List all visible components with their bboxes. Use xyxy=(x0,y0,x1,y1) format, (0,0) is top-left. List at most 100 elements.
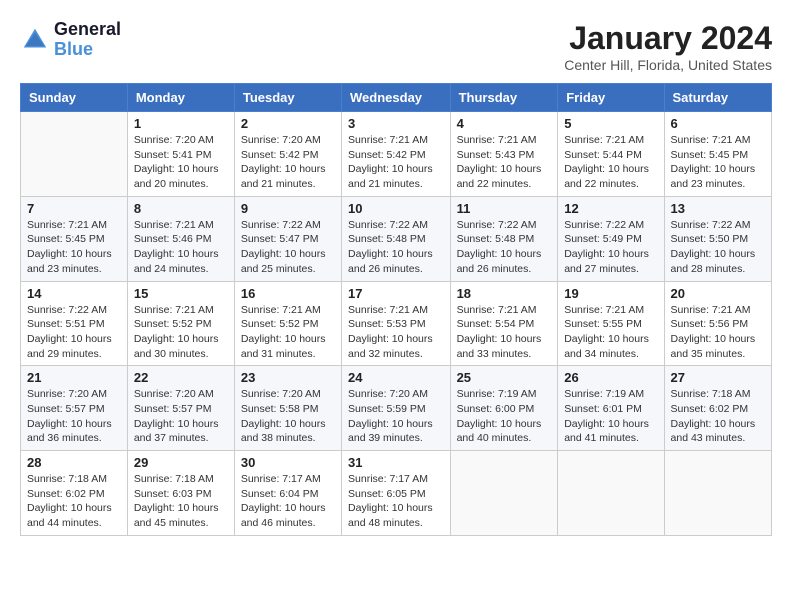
day-info: Sunrise: 7:22 AMSunset: 5:51 PMDaylight:… xyxy=(27,303,121,362)
calendar-day-cell: 23 Sunrise: 7:20 AMSunset: 5:58 PMDayligh… xyxy=(234,366,341,451)
day-info: Sunrise: 7:22 AMSunset: 5:48 PMDaylight:… xyxy=(348,218,444,277)
day-info: Sunrise: 7:21 AMSunset: 5:45 PMDaylight:… xyxy=(671,133,765,192)
day-number: 24 xyxy=(348,370,444,385)
calendar-day-cell xyxy=(450,451,558,536)
day-number: 21 xyxy=(27,370,121,385)
day-info: Sunrise: 7:22 AMSunset: 5:47 PMDaylight:… xyxy=(241,218,335,277)
day-number: 23 xyxy=(241,370,335,385)
title-section: January 2024 Center Hill, Florida, Unite… xyxy=(564,20,772,73)
day-number: 27 xyxy=(671,370,765,385)
calendar-day-cell: 28Sunrise: 7:18 AMSunset: 6:02 PMDayligh… xyxy=(21,451,128,536)
day-number: 19 xyxy=(564,286,657,301)
day-number: 5 xyxy=(564,116,657,131)
day-info: Sunrise: 7:22 AMSunset: 5:50 PMDaylight:… xyxy=(671,218,765,277)
calendar-day-cell: 31 Sunrise: 7:17 AMSunset: 6:05 PMDayligh… xyxy=(342,451,451,536)
day-number: 7 xyxy=(27,201,121,216)
day-info: Sunrise: 7:21 AMSunset: 5:43 PMDaylight:… xyxy=(457,133,552,192)
day-info: Sunrise: 7:21 AMSunset: 5:45 PMDaylight:… xyxy=(27,218,121,277)
day-number: 18 xyxy=(457,286,552,301)
day-info: Sunrise: 7:21 AMSunset: 5:42 PMDaylight:… xyxy=(348,133,444,192)
calendar-day-cell: 22 Sunrise: 7:20 AMSunset: 5:57 PMDayligh… xyxy=(127,366,234,451)
calendar-day-cell: 4 Sunrise: 7:21 AMSunset: 5:43 PMDaylight… xyxy=(450,112,558,197)
day-info: Sunrise: 7:20 AMSunset: 5:41 PMDaylight:… xyxy=(134,133,228,192)
day-info: Sunrise: 7:21 AMSunset: 5:54 PMDaylight:… xyxy=(457,303,552,362)
calendar-day-cell: 16 Sunrise: 7:21 AMSunset: 5:52 PMDayligh… xyxy=(234,281,341,366)
day-info: Sunrise: 7:17 AMSunset: 6:05 PMDaylight:… xyxy=(348,472,444,531)
day-info: Sunrise: 7:22 AMSunset: 5:48 PMDaylight:… xyxy=(457,218,552,277)
calendar-day-cell: 13Sunrise: 7:22 AMSunset: 5:50 PMDayligh… xyxy=(664,196,771,281)
calendar-week-row: 28Sunrise: 7:18 AMSunset: 6:02 PMDayligh… xyxy=(21,451,772,536)
calendar-day-cell: 9 Sunrise: 7:22 AMSunset: 5:47 PMDaylight… xyxy=(234,196,341,281)
calendar-day-cell: 27 Sunrise: 7:18 AMSunset: 6:02 PMDayligh… xyxy=(664,366,771,451)
calendar-day-cell: 29Sunrise: 7:18 AMSunset: 6:03 PMDayligh… xyxy=(127,451,234,536)
day-number: 30 xyxy=(241,455,335,470)
calendar-day-cell: 7 Sunrise: 7:21 AMSunset: 5:45 PMDaylight… xyxy=(21,196,128,281)
day-number: 31 xyxy=(348,455,444,470)
day-info: Sunrise: 7:20 AMSunset: 5:58 PMDaylight:… xyxy=(241,387,335,446)
calendar-week-row: 21 Sunrise: 7:20 AMSunset: 5:57 PMDayligh… xyxy=(21,366,772,451)
calendar-day-cell: 30 Sunrise: 7:17 AMSunset: 6:04 PMDayligh… xyxy=(234,451,341,536)
day-info: Sunrise: 7:17 AMSunset: 6:04 PMDaylight:… xyxy=(241,472,335,531)
page-header: General Blue January 2024 Center Hill, F… xyxy=(20,20,772,73)
calendar-header-row: Sunday Monday Tuesday Wednesday Thursday… xyxy=(21,84,772,112)
logo: General Blue xyxy=(20,20,121,60)
calendar-day-cell: 21 Sunrise: 7:20 AMSunset: 5:57 PMDayligh… xyxy=(21,366,128,451)
day-info: Sunrise: 7:19 AMSunset: 6:00 PMDaylight:… xyxy=(457,387,552,446)
calendar-day-cell: 1 Sunrise: 7:20 AMSunset: 5:41 PMDaylight… xyxy=(127,112,234,197)
calendar-day-cell: 26 Sunrise: 7:19 AMSunset: 6:01 PMDayligh… xyxy=(558,366,664,451)
col-wednesday: Wednesday xyxy=(342,84,451,112)
day-info: Sunrise: 7:21 AMSunset: 5:52 PMDaylight:… xyxy=(241,303,335,362)
day-info: Sunrise: 7:21 AMSunset: 5:53 PMDaylight:… xyxy=(348,303,444,362)
calendar-day-cell: 2Sunrise: 7:20 AMSunset: 5:42 PMDaylight… xyxy=(234,112,341,197)
col-monday: Monday xyxy=(127,84,234,112)
day-info: Sunrise: 7:18 AMSunset: 6:02 PMDaylight:… xyxy=(27,472,121,531)
day-info: Sunrise: 7:21 AMSunset: 5:55 PMDaylight:… xyxy=(564,303,657,362)
day-info: Sunrise: 7:18 AMSunset: 6:02 PMDaylight:… xyxy=(671,387,765,446)
calendar-day-cell xyxy=(664,451,771,536)
calendar-day-cell: 6Sunrise: 7:21 AMSunset: 5:45 PMDaylight… xyxy=(664,112,771,197)
calendar-day-cell: 24Sunrise: 7:20 AMSunset: 5:59 PMDayligh… xyxy=(342,366,451,451)
calendar-day-cell: 18 Sunrise: 7:21 AMSunset: 5:54 PMDayligh… xyxy=(450,281,558,366)
day-number: 26 xyxy=(564,370,657,385)
day-info: Sunrise: 7:21 AMSunset: 5:56 PMDaylight:… xyxy=(671,303,765,362)
col-friday: Friday xyxy=(558,84,664,112)
calendar-day-cell: 14Sunrise: 7:22 AMSunset: 5:51 PMDayligh… xyxy=(21,281,128,366)
col-thursday: Thursday xyxy=(450,84,558,112)
calendar-day-cell: 12Sunrise: 7:22 AMSunset: 5:49 PMDayligh… xyxy=(558,196,664,281)
calendar-day-cell xyxy=(21,112,128,197)
calendar-day-cell: 19 Sunrise: 7:21 AMSunset: 5:55 PMDayligh… xyxy=(558,281,664,366)
day-number: 1 xyxy=(134,116,228,131)
day-number: 20 xyxy=(671,286,765,301)
day-number: 8 xyxy=(134,201,228,216)
day-info: Sunrise: 7:20 AMSunset: 5:57 PMDaylight:… xyxy=(27,387,121,446)
day-number: 16 xyxy=(241,286,335,301)
calendar-week-row: 7 Sunrise: 7:21 AMSunset: 5:45 PMDaylight… xyxy=(21,196,772,281)
day-info: Sunrise: 7:19 AMSunset: 6:01 PMDaylight:… xyxy=(564,387,657,446)
calendar-day-cell: 10 Sunrise: 7:22 AMSunset: 5:48 PMDayligh… xyxy=(342,196,451,281)
day-number: 3 xyxy=(348,116,444,131)
col-sunday: Sunday xyxy=(21,84,128,112)
day-info: Sunrise: 7:21 AMSunset: 5:52 PMDaylight:… xyxy=(134,303,228,362)
day-info: Sunrise: 7:22 AMSunset: 5:49 PMDaylight:… xyxy=(564,218,657,277)
day-info: Sunrise: 7:20 AMSunset: 5:57 PMDaylight:… xyxy=(134,387,228,446)
location: Center Hill, Florida, United States xyxy=(564,57,772,73)
col-tuesday: Tuesday xyxy=(234,84,341,112)
calendar-day-cell: 25 Sunrise: 7:19 AMSunset: 6:00 PMDayligh… xyxy=(450,366,558,451)
day-number: 2 xyxy=(241,116,335,131)
day-number: 11 xyxy=(457,201,552,216)
calendar-day-cell: 5 Sunrise: 7:21 AMSunset: 5:44 PMDaylight… xyxy=(558,112,664,197)
day-info: Sunrise: 7:18 AMSunset: 6:03 PMDaylight:… xyxy=(134,472,228,531)
day-number: 25 xyxy=(457,370,552,385)
day-number: 22 xyxy=(134,370,228,385)
day-info: Sunrise: 7:21 AMSunset: 5:44 PMDaylight:… xyxy=(564,133,657,192)
calendar-day-cell: 8Sunrise: 7:21 AMSunset: 5:46 PMDaylight… xyxy=(127,196,234,281)
logo-icon xyxy=(20,25,50,55)
calendar-day-cell: 17 Sunrise: 7:21 AMSunset: 5:53 PMDayligh… xyxy=(342,281,451,366)
day-number: 10 xyxy=(348,201,444,216)
day-number: 4 xyxy=(457,116,552,131)
day-number: 17 xyxy=(348,286,444,301)
day-number: 9 xyxy=(241,201,335,216)
calendar-day-cell xyxy=(558,451,664,536)
calendar-week-row: 14Sunrise: 7:22 AMSunset: 5:51 PMDayligh… xyxy=(21,281,772,366)
calendar-day-cell: 20 Sunrise: 7:21 AMSunset: 5:56 PMDayligh… xyxy=(664,281,771,366)
